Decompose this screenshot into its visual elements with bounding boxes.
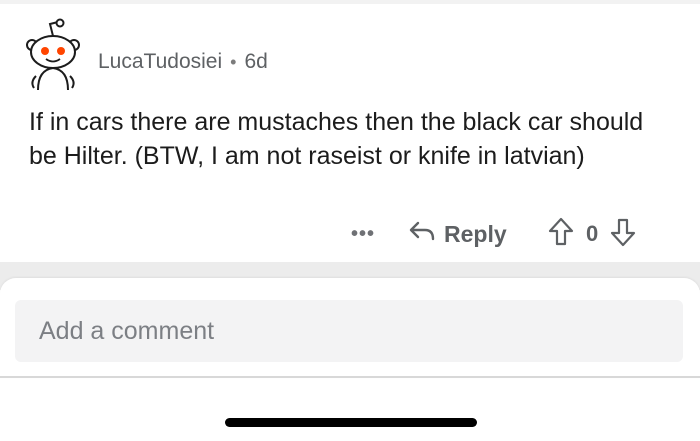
downvote-arrow-icon[interactable]: [610, 217, 636, 252]
vote-controls: 0: [548, 216, 636, 252]
reply-label: Reply: [444, 220, 507, 247]
comment-meta: LucaTudosiei • 6d: [98, 48, 268, 76]
comment-age: 6d: [244, 50, 268, 73]
comment-composer: [0, 278, 700, 378]
vote-count: 0: [586, 221, 599, 246]
comment-body: If in cars there are mustaches then the …: [29, 108, 644, 170]
reddit-snoo-avatar-icon[interactable]: [22, 18, 84, 91]
comment-card: LucaTudosiei • 6d If in cars there are m…: [0, 4, 700, 262]
more-options-button[interactable]: •••: [348, 216, 378, 252]
reply-arrow-icon: [408, 219, 436, 249]
upvote-arrow-icon[interactable]: [548, 217, 574, 252]
username-link[interactable]: LucaTudosiei: [98, 50, 222, 74]
meta-separator: •: [230, 51, 237, 72]
comment-actions: ••• Reply 0: [0, 216, 700, 252]
add-comment-input[interactable]: [15, 300, 683, 362]
home-indicator-bar[interactable]: [225, 418, 477, 427]
composer-bottom-border: [0, 376, 700, 378]
reply-button[interactable]: Reply: [408, 216, 507, 252]
